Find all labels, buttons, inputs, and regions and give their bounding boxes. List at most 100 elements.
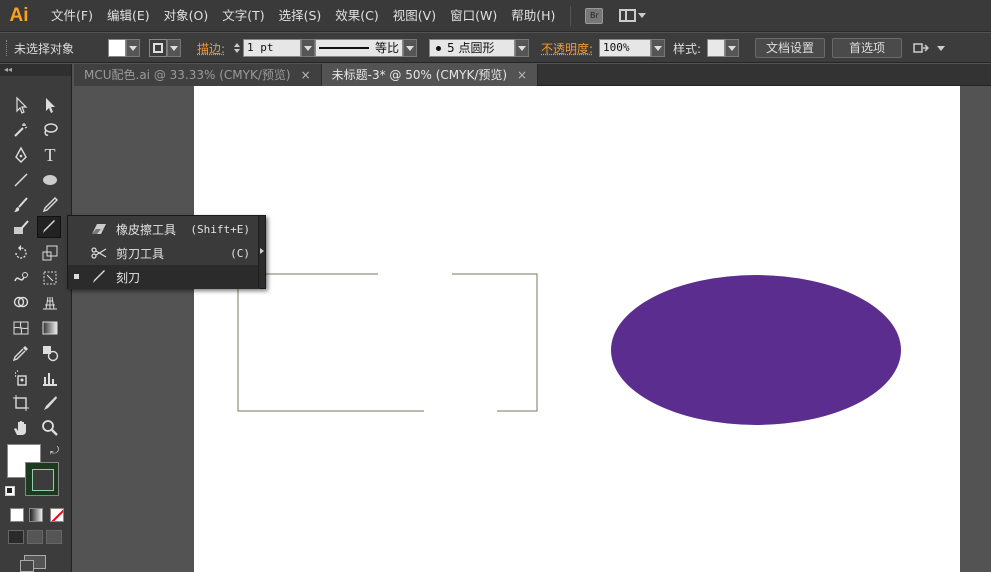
menu-edit[interactable]: 编辑(E) [100, 0, 157, 32]
flyout-item-label: 橡皮擦工具 [116, 222, 177, 237]
flyout-eraser-tool[interactable]: 橡皮擦工具 (Shift+E) [68, 217, 260, 241]
stroke-label[interactable]: 描边: [197, 33, 225, 63]
brush-label: 5 点圆形 [447, 41, 495, 55]
menu-window[interactable]: 窗口(W) [443, 0, 504, 32]
grip-handle[interactable] [6, 33, 10, 63]
screen-mode-button[interactable] [20, 555, 46, 572]
stroke-swatch[interactable] [149, 39, 167, 57]
zoom-tool[interactable] [38, 417, 62, 439]
hand-tool[interactable] [9, 417, 33, 439]
magic-wand-tool[interactable] [9, 119, 33, 141]
artboard-tool[interactable] [9, 392, 33, 414]
free-transform-tool[interactable] [38, 267, 62, 289]
mesh-icon [13, 321, 29, 335]
bridge-button[interactable]: Br [585, 7, 604, 24]
menu-help[interactable]: 帮助(H) [504, 0, 562, 32]
swap-fill-stroke-icon[interactable]: ⤾ [50, 444, 59, 458]
stroke-profile-control[interactable]: 等比 [315, 33, 417, 63]
style-control[interactable] [707, 33, 739, 63]
stroke-control[interactable] [149, 33, 181, 63]
pencil-tool[interactable] [38, 194, 62, 216]
brush-dropdown[interactable] [515, 39, 529, 57]
draw-inside-button[interactable] [46, 530, 62, 544]
ellipse-tool[interactable] [38, 169, 62, 191]
close-icon[interactable]: × [301, 64, 311, 86]
panel-menu-button[interactable] [913, 33, 945, 63]
flyout-scissors-tool[interactable]: 剪刀工具 (C) [68, 241, 260, 265]
shape-builder-tool[interactable] [9, 292, 33, 314]
tab-untitled-3[interactable]: 未标题-3* @ 50% (CMYK/预览) × [321, 64, 539, 86]
style-swatch[interactable] [707, 39, 725, 57]
pen-tool[interactable] [9, 144, 33, 166]
blob-brush-tool[interactable] [9, 217, 33, 239]
lasso-tool[interactable] [38, 119, 62, 141]
direct-selection-tool[interactable] [38, 94, 62, 116]
stroke-weight-input[interactable]: 1 pt [243, 39, 301, 57]
stroke-dropdown[interactable] [167, 39, 181, 57]
slice-tool[interactable] [38, 392, 62, 414]
menu-effect[interactable]: 效果(C) [328, 0, 385, 32]
symbol-sprayer-tool[interactable] [9, 367, 33, 389]
none-mode-button[interactable] [50, 508, 64, 522]
selection-arrow-icon [16, 96, 28, 114]
menu-type[interactable]: 文字(T) [215, 0, 271, 32]
perspective-grid-tool[interactable] [38, 292, 62, 314]
color-mode-button[interactable] [10, 508, 24, 522]
fill-control[interactable] [108, 33, 140, 63]
cut-rectangle[interactable] [237, 273, 538, 412]
document-setup-button[interactable]: 文档设置 [755, 38, 826, 58]
opacity-control[interactable]: 100% [599, 33, 665, 63]
eyedropper-tool[interactable] [9, 342, 33, 364]
mesh-tool[interactable] [9, 317, 33, 339]
purple-ellipse[interactable] [611, 275, 901, 425]
draw-behind-button[interactable] [27, 530, 43, 544]
line-segment-tool[interactable] [9, 169, 33, 191]
type-tool[interactable]: T [38, 144, 62, 166]
fill-dropdown[interactable] [126, 39, 140, 57]
selection-tool[interactable] [9, 94, 33, 116]
flyout-knife-tool[interactable]: 刻刀 [68, 265, 260, 289]
style-dropdown[interactable] [725, 39, 739, 57]
stroke-profile-dropdown[interactable] [403, 39, 417, 57]
flyout-tearoff-strip[interactable] [258, 216, 265, 288]
tab-label: 未标题-3* @ 50% (CMYK/预览) [331, 68, 508, 82]
stroke-color-box[interactable] [25, 462, 59, 496]
gradient-tool[interactable] [38, 317, 62, 339]
pen-icon [15, 146, 27, 163]
fill-swatch[interactable] [108, 39, 126, 57]
gradient-icon [42, 321, 58, 335]
stroke-weight-stepper[interactable] [231, 39, 243, 57]
brush-control[interactable]: 5 点圆形 [429, 33, 529, 63]
blend-tool[interactable] [38, 342, 62, 364]
close-icon[interactable]: × [517, 64, 527, 86]
stroke-weight-control[interactable]: 1 pt [231, 33, 315, 63]
tab-mcu-document[interactable]: MCU配色.ai @ 33.33% (CMYK/预览) × [74, 64, 322, 86]
draw-normal-button[interactable] [8, 530, 24, 544]
knife-tool-selected[interactable] [37, 216, 61, 238]
column-graph-tool[interactable] [38, 367, 62, 389]
gradient-mode-button[interactable] [29, 508, 43, 522]
scale-tool[interactable] [38, 242, 62, 264]
scale-icon [42, 245, 58, 261]
artboard[interactable] [194, 86, 960, 572]
opacity-dropdown[interactable] [651, 39, 665, 57]
paintbrush-tool[interactable] [9, 194, 33, 216]
knife-icon [43, 220, 55, 233]
menu-view[interactable]: 视图(V) [386, 0, 443, 32]
chevron-down-icon [638, 13, 647, 18]
none-slash-icon [51, 509, 63, 521]
preferences-button[interactable]: 首选项 [832, 38, 902, 58]
rotate-tool[interactable] [9, 242, 33, 264]
menu-object[interactable]: 对象(O) [157, 0, 216, 32]
workspace-switcher[interactable] [619, 9, 647, 22]
menu-select[interactable]: 选择(S) [272, 0, 329, 32]
stroke-weight-dropdown[interactable] [301, 39, 315, 57]
opacity-input[interactable]: 100% [599, 39, 651, 57]
menu-bar: Ai 文件(F) 编辑(E) 对象(O) 文字(T) 选择(S) 效果(C) 视… [0, 0, 991, 32]
tools-panel-collapse[interactable]: ◂◂ [0, 64, 71, 76]
menu-file[interactable]: 文件(F) [44, 0, 100, 32]
opacity-label[interactable]: 不透明度: [541, 33, 593, 63]
chevron-down-icon [304, 45, 312, 51]
warp-tool[interactable] [9, 267, 33, 289]
default-fill-stroke-icon[interactable] [5, 486, 15, 496]
